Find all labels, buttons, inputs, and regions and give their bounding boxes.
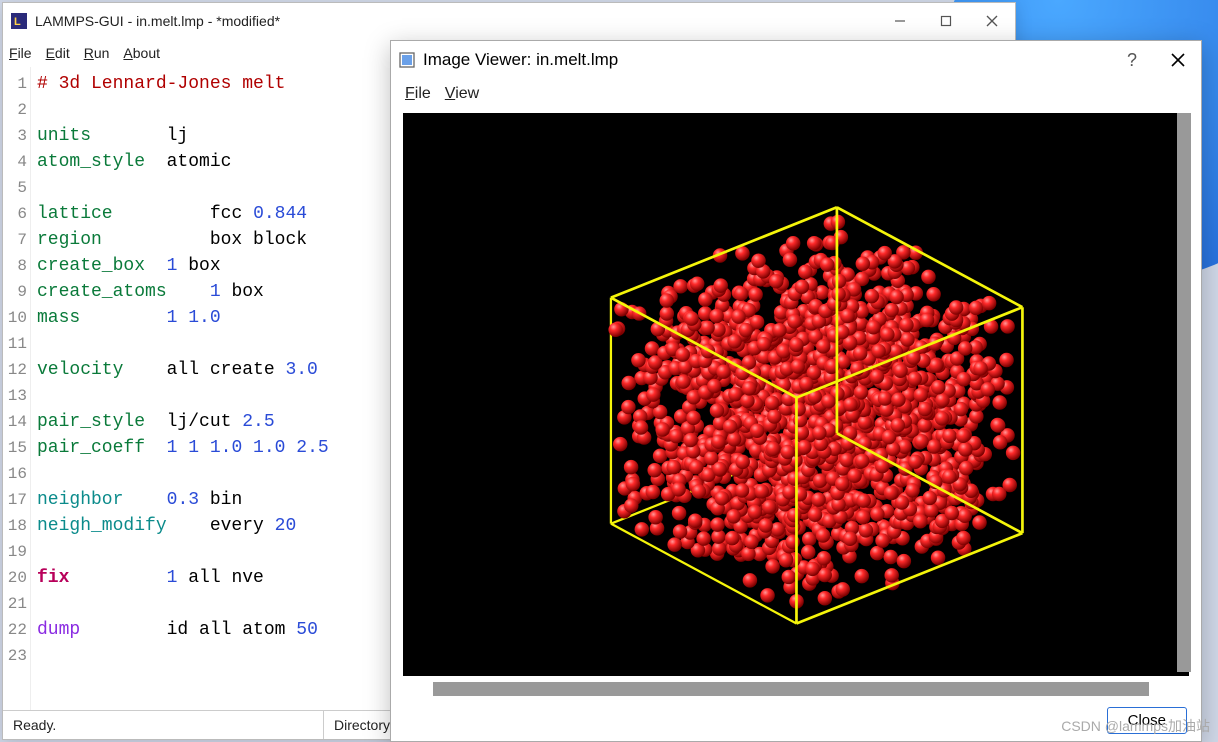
viewer-menu-file[interactable]: File [405,85,431,103]
status-ready: Ready. [3,711,324,739]
viewer-title: Image Viewer: in.melt.lmp [423,50,618,70]
viewer-close-button[interactable]: Close [1107,707,1187,734]
line-gutter: 1 2 3 4 5 6 7 8 9 10 11 12 13 14 15 16 1… [3,67,31,710]
viewer-close-x[interactable] [1155,42,1201,78]
image-viewer-window: Image Viewer: in.melt.lmp ? File View Cl… [390,40,1202,742]
main-titlebar[interactable]: L LAMMPS-GUI - in.melt.lmp - *modified* [3,3,1015,39]
menu-about[interactable]: About [123,45,160,61]
menu-edit[interactable]: Edit [46,45,70,61]
minimize-button[interactable] [877,3,923,39]
viewer-titlebar[interactable]: Image Viewer: in.melt.lmp ? [391,41,1201,80]
viewer-hscroll[interactable] [433,682,1149,696]
viewer-canvas[interactable] [403,113,1189,676]
viewer-button-row: Close [391,700,1201,741]
viewer-menu-view[interactable]: View [445,85,479,103]
viewer-vscroll[interactable] [1177,113,1191,672]
app-icon: L [11,13,27,29]
svg-text:L: L [14,16,21,28]
viewer-icon [399,52,415,68]
close-button[interactable] [969,3,1015,39]
viewer-menubar: File View [391,80,1201,109]
maximize-button[interactable] [923,3,969,39]
viewer-help-button[interactable]: ? [1109,42,1155,78]
menu-run[interactable]: Run [84,45,110,61]
main-title: LAMMPS-GUI - in.melt.lmp - *modified* [35,13,280,29]
viewer-canvas-wrap [403,113,1189,696]
window-controls [877,3,1015,39]
menu-file[interactable]: File [9,45,32,61]
atoms-render [403,113,1189,676]
